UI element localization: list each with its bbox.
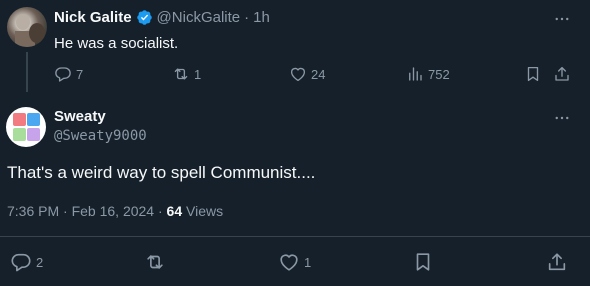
more-options-button[interactable] [553,109,571,127]
avatar-tile [13,113,26,126]
more-icon [555,116,569,120]
repost-button[interactable]: 1 [172,65,201,83]
repost-icon [174,68,188,80]
avatar-tile [13,128,26,141]
tweet-meta: 7:36 PM · Feb 16, 2024 · 64 Views [7,203,223,219]
share-button[interactable] [553,65,571,83]
more-options-button[interactable] [553,10,571,28]
more-icon [555,17,569,21]
divider [0,236,590,237]
separator: · [244,9,250,26]
bookmark-button[interactable] [524,65,542,83]
bookmark-icon [527,66,539,82]
reply-text: He was a socialist. [54,35,179,52]
reply-button[interactable]: 7 [54,65,83,83]
reply-button[interactable]: 2 [10,251,43,273]
reply-header: Nick Galite @NickGalite · 1h [54,9,270,26]
reply-count: 2 [36,254,44,270]
bookmark-icon [416,253,430,271]
like-count: 24 [311,66,326,82]
like-button[interactable]: 1 [278,251,311,273]
share-icon [555,66,569,81]
reply-icon [11,253,31,272]
handle[interactable]: @Sweaty9000 [54,128,147,144]
bookmark-button[interactable] [412,251,434,273]
analytics-icon [409,67,422,81]
share-button[interactable] [546,251,568,273]
view-count: 64 [166,203,183,219]
reply-count: 7 [76,66,84,82]
timestamp[interactable]: 1h [253,9,270,26]
display-name[interactable]: Nick Galite [54,9,132,26]
view-count: 752 [428,66,450,82]
thread-line [26,52,28,92]
heart-icon [290,67,306,82]
avatar-tile [27,128,40,141]
reply-icon [55,67,71,82]
heart-icon [280,254,298,271]
views-button[interactable]: 752 [406,65,450,83]
avatar[interactable] [7,7,47,47]
share-icon [548,253,566,271]
views-label: Views [186,203,224,219]
like-count: 1 [304,254,312,270]
avatar[interactable] [6,107,46,147]
like-button[interactable]: 24 [289,65,325,83]
tweet-text: That's a weird way to spell Communist...… [7,163,316,182]
display-name[interactable]: Sweaty [54,108,106,125]
repost-icon [147,255,163,269]
tweet-timestamp[interactable]: 7:36 PM · Feb 16, 2024 · [7,203,167,219]
verified-badge-icon [136,9,153,26]
handle[interactable]: @NickGalite [157,9,241,26]
avatar-tile [27,113,40,126]
repost-count: 1 [194,66,202,82]
repost-button[interactable] [144,251,166,273]
